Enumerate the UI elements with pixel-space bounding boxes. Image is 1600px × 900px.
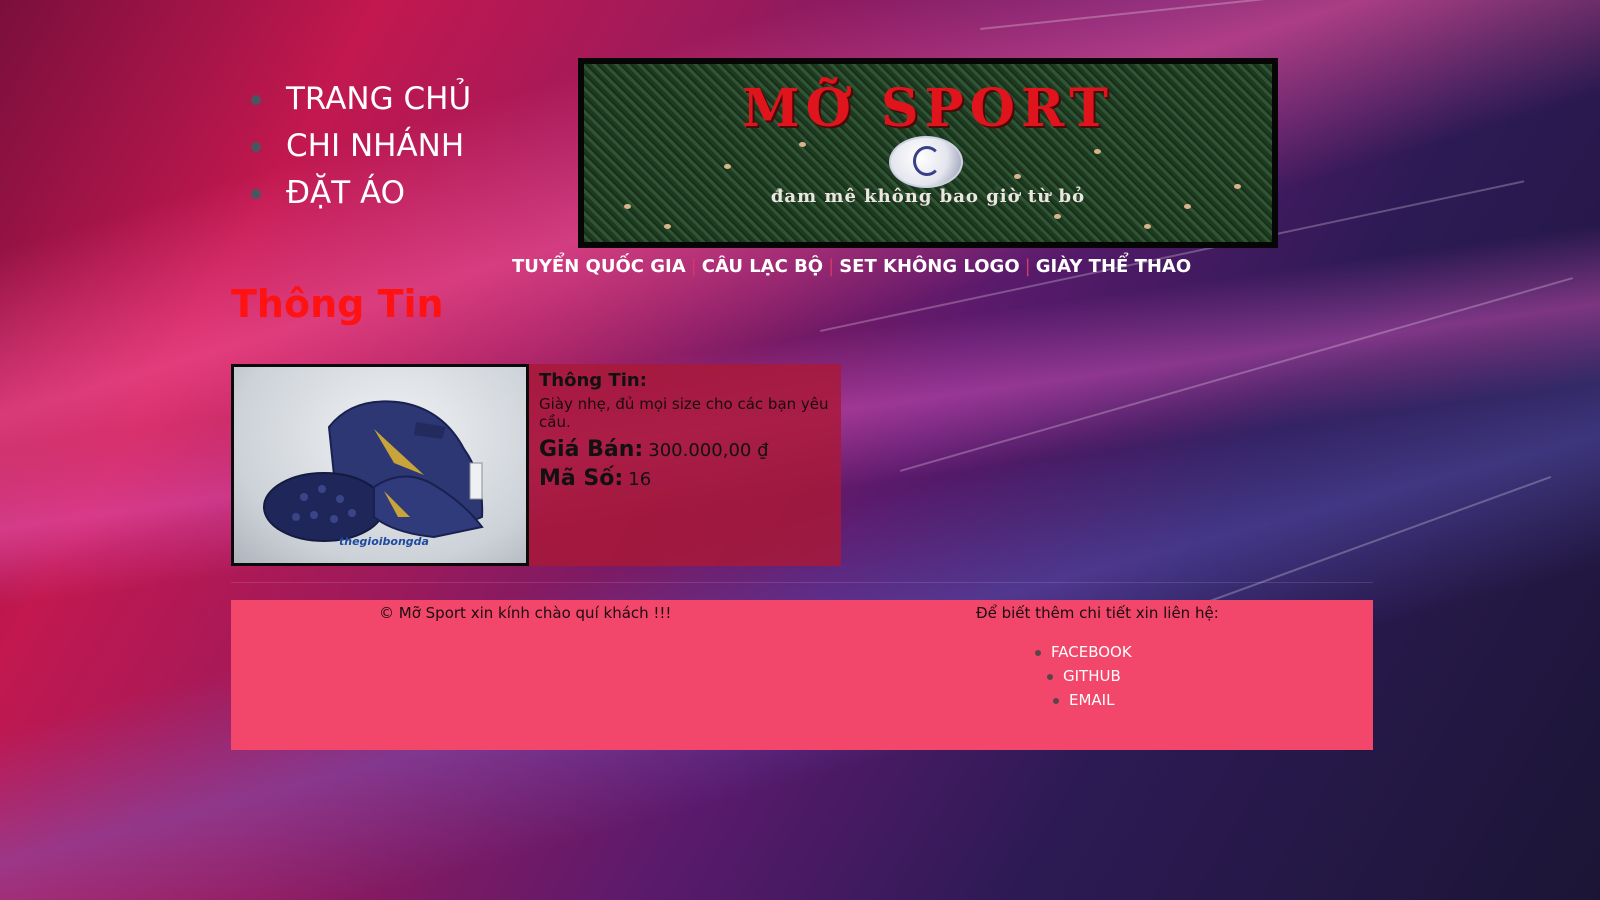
nav-separator: | xyxy=(828,256,835,277)
soccer-ball-icon xyxy=(889,136,963,188)
leaf-icon xyxy=(724,164,731,169)
product-card: thegioibongda Thông Tin: Giày nhẹ, đủ mọ… xyxy=(231,364,841,566)
shoe-illustration xyxy=(263,400,484,542)
background-streak xyxy=(979,0,1498,30)
info-heading: Thông Tin: xyxy=(539,370,647,391)
price-row: Giá Bán: 300.000,00 ₫ xyxy=(539,437,841,462)
leaf-icon xyxy=(1094,149,1101,154)
nav-separator: | xyxy=(1024,256,1031,277)
side-nav-link-branches[interactable]: CHI NHÁNH xyxy=(286,128,464,164)
code-row: Mã Số: 16 xyxy=(539,466,841,491)
category-link-national-team[interactable]: TUYỂN QUỐC GIA xyxy=(508,256,690,277)
category-link-sport-shoes[interactable]: GIÀY THỂ THAO xyxy=(1032,256,1195,277)
code-value: 16 xyxy=(628,469,652,490)
background-streak xyxy=(899,277,1574,472)
nav-separator: | xyxy=(690,256,697,277)
side-nav-item-order-shirt[interactable]: ĐẶT ÁO xyxy=(248,170,471,217)
product-image[interactable]: thegioibongda xyxy=(231,364,529,566)
email-link[interactable]: EMAIL xyxy=(1069,691,1114,709)
product-description: Giày nhẹ, đủ mọi size cho các bạn yêu cầ… xyxy=(539,395,829,431)
footer-link-item: EMAIL xyxy=(1049,688,1132,712)
category-link-clubs[interactable]: CÂU LẠC BỘ xyxy=(698,256,827,277)
section-divider xyxy=(231,582,1373,583)
footer-link-item: FACEBOOK xyxy=(1031,640,1132,664)
leaf-icon xyxy=(1234,184,1241,189)
price-label: Giá Bán: xyxy=(539,437,644,462)
section-title: Thông Tin xyxy=(231,282,444,326)
footer-links: FACEBOOK GITHUB EMAIL xyxy=(1031,640,1132,712)
banner-title: MỠ SPORT xyxy=(742,78,1114,139)
footer-link-item: GITHUB xyxy=(1043,664,1132,688)
category-link-no-logo-set[interactable]: SET KHÔNG LOGO xyxy=(835,256,1023,277)
side-nav: TRANG CHỦ CHI NHÁNH ĐẶT ÁO xyxy=(248,76,471,217)
price-value: 300.000,00 ₫ xyxy=(648,440,769,461)
leaf-icon xyxy=(1014,174,1021,179)
leaf-icon xyxy=(1144,224,1151,229)
github-link[interactable]: GITHUB xyxy=(1063,667,1121,685)
leaf-icon xyxy=(664,224,671,229)
leaf-icon xyxy=(799,142,806,147)
page-footer: © Mỡ Sport xin kính chào quí khách !!! Đ… xyxy=(231,600,1373,750)
banner-slogan: đam mê không bao giờ từ bỏ xyxy=(770,186,1086,207)
footer-contact-heading: Để biết thêm chi tiết xin liên hệ: xyxy=(976,604,1219,622)
leaf-icon xyxy=(1054,214,1061,219)
code-label: Mã Số: xyxy=(539,466,624,491)
leaf-icon xyxy=(1184,204,1191,209)
side-nav-item-branches[interactable]: CHI NHÁNH xyxy=(248,123,471,170)
side-nav-link-order-shirt[interactable]: ĐẶT ÁO xyxy=(286,175,405,211)
facebook-link[interactable]: FACEBOOK xyxy=(1051,643,1132,661)
brand-banner: MỠ SPORT đam mê không bao giờ từ bỏ xyxy=(578,58,1278,248)
side-nav-link-home[interactable]: TRANG CHỦ xyxy=(286,81,471,117)
footer-greeting: © Mỡ Sport xin kính chào quí khách !!! xyxy=(379,604,672,622)
side-nav-item-home[interactable]: TRANG CHỦ xyxy=(248,76,471,123)
image-watermark: thegioibongda xyxy=(339,535,429,548)
leaf-icon xyxy=(624,204,631,209)
category-nav: TUYỂN QUỐC GIA | CÂU LẠC BỘ | SET KHÔNG … xyxy=(508,256,1195,277)
product-info: Thông Tin: Giày nhẹ, đủ mọi size cho các… xyxy=(529,364,841,566)
